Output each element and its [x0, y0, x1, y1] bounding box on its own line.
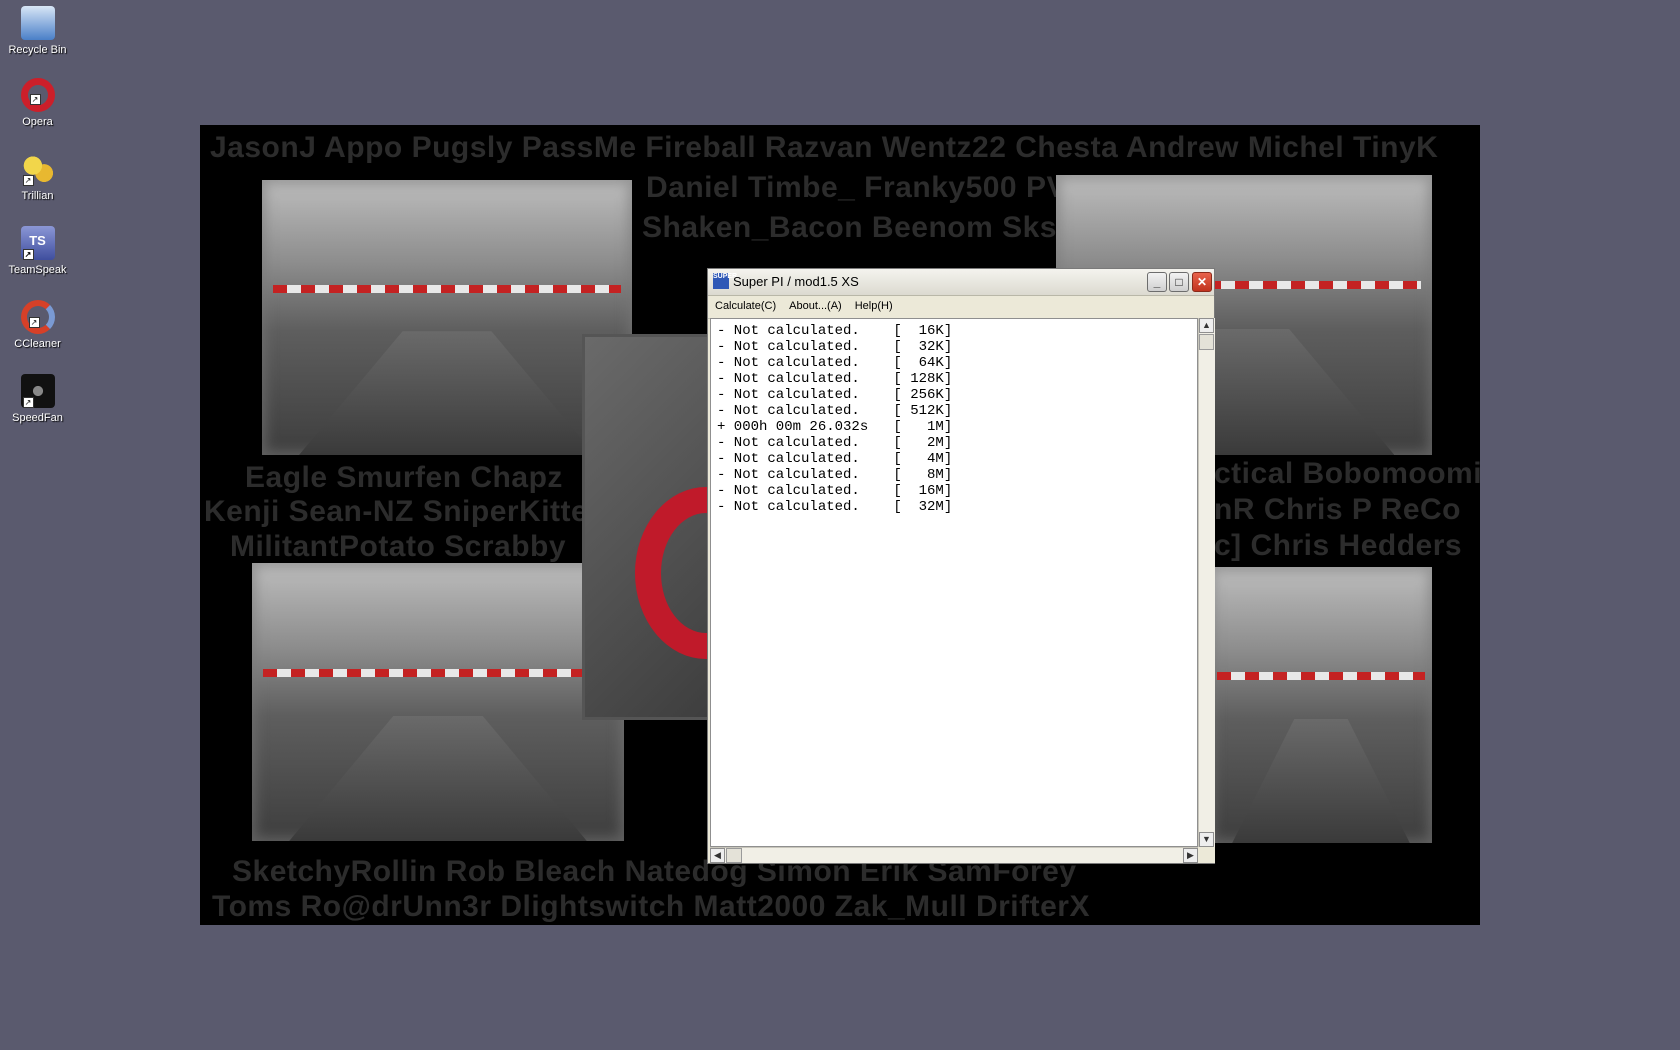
track-barrier — [273, 284, 621, 293]
desktop-icon-label: Trillian — [21, 190, 54, 202]
scroll-up-button[interactable]: ▲ — [1199, 318, 1214, 333]
wallpaper-track-photo — [252, 563, 624, 841]
result-line: - Not calculated. [ 64K] — [717, 355, 953, 371]
shortcut-arrow-icon: ↗ — [28, 317, 40, 328]
wallpaper-track-photo — [262, 180, 632, 455]
speedfan-icon: ↗ — [20, 374, 55, 408]
scroll-down-button[interactable]: ▼ — [1199, 832, 1214, 847]
result-line: - Not calculated. [ 4M] — [717, 451, 953, 467]
result-line: - Not calculated. [ 32M] — [717, 499, 953, 515]
horizontal-scroll-thumb[interactable] — [726, 848, 742, 863]
desktop-icon-label: TeamSpeak — [8, 264, 67, 276]
result-line: - Not calculated. [ 16M] — [717, 483, 953, 499]
teamspeak-icon: TS ↗ — [20, 226, 55, 260]
desktop-icon-label: Recycle Bin — [8, 44, 67, 56]
vertical-scrollbar[interactable]: ▲ ▼ — [1198, 318, 1215, 847]
result-line: - Not calculated. [ 128K] — [717, 371, 953, 387]
wallpaper-names-row: MilitantPotato Scrabby — [230, 530, 567, 563]
opera-icon: ↗ — [20, 78, 55, 112]
menu-bar: Calculate(C) About...(A) Help(H) — [708, 296, 1214, 319]
desktop-icon-ccleaner[interactable]: ↗ CCleaner — [0, 298, 75, 350]
wallpaper-names-row: ctical Bobomoomin — [1214, 457, 1480, 490]
track-road — [299, 331, 595, 455]
shortcut-arrow-icon: ↗ — [22, 175, 34, 186]
wallpaper-names-row: Shaken_Bacon Beenom Skstibi — [642, 211, 1104, 244]
superpi-app-icon: SUPER — [713, 273, 737, 289]
desktop-icon-opera[interactable]: ↗ Opera — [0, 76, 75, 128]
shortcut-arrow-icon: ↗ — [22, 249, 34, 260]
result-line: - Not calculated. [ 256K] — [717, 387, 953, 403]
wallpaper-names-row: Kenji Sean-NZ SniperKitten — [204, 495, 608, 528]
resize-grip[interactable] — [1198, 847, 1215, 863]
shortcut-arrow-icon: ↗ — [29, 94, 41, 105]
result-line: - Not calculated. [ 16K] — [717, 323, 953, 339]
desktop-icon-label: Opera — [22, 116, 53, 128]
desktop-icon-recycle-bin[interactable]: Recycle Bin — [0, 4, 75, 56]
ccleaner-icon: ↗ — [20, 300, 55, 334]
results-list: - Not calculated. [ 16K] - Not calculated… — [711, 319, 1197, 515]
desktop-icon-trillian[interactable]: ↗ Trillian — [0, 150, 75, 202]
menu-help[interactable]: Help(H) — [848, 296, 899, 312]
wallpaper-names-row: Eagle Smurfen Chapz — [245, 461, 563, 494]
superpi-window[interactable]: SUPER Super PI / mod1.5 XS _ □ ✕ Calcula… — [707, 268, 1215, 864]
track-road — [1232, 718, 1410, 843]
horizontal-scrollbar[interactable]: ◀ ▶ — [710, 847, 1198, 863]
maximize-button[interactable]: □ — [1169, 272, 1189, 292]
track-barrier — [1216, 671, 1426, 680]
trillian-icon: ↗ — [20, 152, 55, 186]
wallpaper-names-row: c] Chris Hedders — [1214, 529, 1463, 562]
shortcut-arrow-icon: ↗ — [22, 397, 34, 408]
desktop-icon-teamspeak[interactable]: TS ↗ TeamSpeak — [0, 224, 75, 276]
desktop-icon-label: SpeedFan — [12, 412, 63, 424]
close-button[interactable]: ✕ — [1192, 272, 1212, 292]
result-line: - Not calculated. [ 32K] — [717, 339, 953, 355]
desktop-icon-label: CCleaner — [14, 338, 61, 350]
result-line: + 000h 00m 26.032s [ 1M] — [717, 419, 953, 435]
track-road — [289, 715, 587, 841]
vertical-scroll-thumb[interactable] — [1199, 334, 1214, 350]
menu-calculate[interactable]: Calculate(C) — [708, 296, 782, 312]
result-line: - Not calculated. [ 8M] — [717, 467, 953, 483]
wallpaper-names-row: JasonJ Appo Pugsly PassMe Fireball Razva… — [210, 131, 1439, 164]
results-text-area[interactable]: - Not calculated. [ 16K] - Not calculated… — [710, 318, 1198, 847]
minimize-button[interactable]: _ — [1147, 272, 1167, 292]
wallpaper-track-photo — [1210, 567, 1432, 843]
window-titlebar[interactable]: SUPER Super PI / mod1.5 XS _ □ ✕ — [708, 269, 1214, 296]
wallpaper-names-row: nR Chris P ReCo — [1214, 493, 1461, 526]
wallpaper-names-row: Daniel Timbe_ Franky500 PVL — [646, 171, 1086, 204]
scroll-right-button[interactable]: ▶ — [1183, 848, 1198, 863]
track-barrier — [263, 668, 613, 677]
result-line: - Not calculated. [ 512K] — [717, 403, 953, 419]
desktop-icon-speedfan[interactable]: ↗ SpeedFan — [0, 372, 75, 424]
menu-about[interactable]: About...(A) — [782, 296, 848, 312]
wallpaper-names-row: Toms Ro@drUnn3r Dlightswitch Matt2000 Za… — [212, 890, 1090, 923]
result-line: - Not calculated. [ 2M] — [717, 435, 953, 451]
scroll-left-button[interactable]: ◀ — [710, 848, 725, 863]
recycle-bin-icon — [20, 6, 55, 40]
window-title: Super PI / mod1.5 XS — [733, 274, 859, 289]
